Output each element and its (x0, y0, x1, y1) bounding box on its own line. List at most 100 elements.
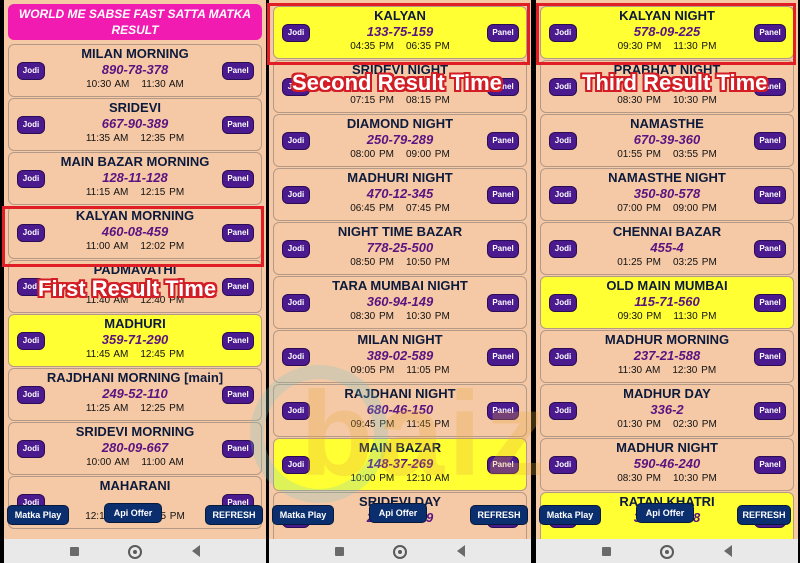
panel-button[interactable]: Panel (488, 187, 518, 203)
panel-button[interactable]: Panel (488, 133, 518, 149)
close-time: 11:05 PM (406, 365, 450, 376)
market-times: 07:00 PM 09:00 PM (541, 203, 793, 214)
market-name: MAIN BAZAR MORNING (60, 154, 210, 169)
panel-button[interactable]: Panel (223, 63, 253, 79)
jodi-button[interactable]: Jodi (283, 241, 309, 257)
open-time: 09:45 PM (350, 419, 395, 430)
highlight-box-first (2, 206, 264, 267)
panel-button[interactable]: Panel (223, 279, 253, 295)
panel-button[interactable]: Panel (223, 387, 253, 403)
panel-button[interactable]: Panel (755, 457, 785, 473)
market-card: NIGHT TIME BAZAR 778-25-500 08:50 PM 10:50 … (273, 222, 527, 275)
refresh-button[interactable]: REFRESH (471, 506, 527, 524)
matka-play-button[interactable]: Matka Play (8, 506, 68, 524)
market-times: 08:00 PM 09:00 PM (274, 149, 526, 160)
panel-button[interactable]: Panel (223, 117, 253, 133)
jodi-button[interactable]: Jodi (18, 171, 44, 187)
jodi-button[interactable]: Jodi (283, 187, 309, 203)
jodi-button[interactable]: Jodi (550, 457, 576, 473)
second-result-time-label: Second Result Time (292, 70, 502, 95)
back-icon[interactable] (724, 545, 732, 557)
back-icon[interactable] (192, 545, 200, 557)
market-times: 11:15 AM 12:15 PM (9, 187, 261, 198)
market-card: NAMASTHE NIGHT 350-80-578 07:00 PM 09:00 PM… (540, 168, 794, 221)
jodi-button[interactable]: Jodi (550, 79, 576, 95)
api-offer-button[interactable]: Api Offer (637, 504, 693, 522)
recent-apps-icon[interactable] (335, 547, 344, 556)
close-time: 12:45 PM (140, 349, 185, 360)
market-card: MADHURI 359-71-290 11:45 AM 12:45 PM Jodi Pan… (8, 314, 262, 367)
matka-play-button[interactable]: Matka Play (540, 506, 600, 524)
jodi-button[interactable]: Jodi (550, 349, 576, 365)
api-offer-button[interactable]: Api Offer (105, 504, 161, 522)
market-name: NAMASTHE NIGHT (608, 170, 726, 185)
back-icon[interactable] (457, 545, 465, 557)
open-time: 10:00 AM (86, 457, 130, 468)
refresh-button[interactable]: REFRESH (738, 506, 790, 524)
market-name: SRIDEVI MORNING (75, 424, 195, 439)
panel-button[interactable]: Panel (488, 295, 518, 311)
panel-button[interactable]: Panel (223, 441, 253, 457)
panel-button[interactable]: Panel (755, 295, 785, 311)
close-time: 10:30 PM (673, 473, 717, 484)
api-offer-button[interactable]: Api Offer (370, 504, 426, 522)
market-card: NAMASTHE 670-39-360 01:55 PM 03:55 PM Jodi Pa… (540, 114, 794, 167)
market-times: 09:30 PM 11:30 PM (541, 311, 793, 322)
panel-button[interactable]: Panel (223, 171, 253, 187)
panel-button[interactable]: Panel (755, 241, 785, 257)
home-icon[interactable] (393, 545, 407, 559)
jodi-button[interactable]: Jodi (283, 295, 309, 311)
third-result-time-label: Third Result Time (582, 70, 768, 95)
panel-button[interactable]: Panel (488, 457, 518, 473)
market-card: MAIN BAZAR MORNING 128-11-128 11:15 AM 12:1… (8, 152, 262, 205)
open-time: 11:45 AM (85, 349, 129, 360)
jodi-button[interactable]: Jodi (18, 117, 44, 133)
jodi-button[interactable]: Jodi (18, 441, 44, 457)
market-name: CHENNAI BAZAR (612, 224, 722, 239)
jodi-button[interactable]: Jodi (283, 349, 309, 365)
close-time: 03:25 PM (673, 257, 717, 268)
recent-apps-icon[interactable] (70, 547, 79, 556)
panel-button[interactable]: Panel (223, 333, 253, 349)
market-times: 11:45 AM 12:45 PM (9, 349, 261, 360)
market-name: RAJDHANI NIGHT (344, 386, 456, 401)
home-icon[interactable] (128, 545, 142, 559)
jodi-button[interactable]: Jodi (283, 403, 309, 419)
panel-button[interactable]: Panel (755, 187, 785, 203)
refresh-button[interactable]: REFRESH (206, 506, 262, 524)
panel-button[interactable]: Panel (488, 349, 518, 365)
market-name: SRIDEVI (108, 100, 161, 115)
jodi-button[interactable]: Jodi (550, 187, 576, 203)
home-icon[interactable] (660, 545, 674, 559)
open-time: 08:30 PM (350, 311, 394, 322)
close-time: 12:35 PM (140, 133, 185, 144)
market-times: 10:30 AM 11:30 AM (9, 79, 261, 90)
market-card: MILAN NIGHT 389-02-589 09:05 PM 11:05 PM Jod… (273, 330, 527, 383)
open-time: 10:30 AM (86, 79, 130, 90)
close-time: 12:30 PM (672, 365, 717, 376)
jodi-button[interactable]: Jodi (550, 133, 576, 149)
open-time: 09:30 PM (617, 311, 662, 322)
jodi-button[interactable]: Jodi (18, 63, 44, 79)
jodi-button[interactable]: Jodi (550, 295, 576, 311)
market-name: MADHURI NIGHT (347, 170, 453, 185)
market-times: 07:15 PM 08:15 PM (274, 95, 526, 106)
market-card: MADHURI NIGHT 470-12-345 06:45 PM 07:45 PM J… (273, 168, 527, 221)
panel-button[interactable]: Panel (488, 403, 518, 419)
jodi-button[interactable]: Jodi (550, 403, 576, 419)
jodi-button[interactable]: Jodi (550, 241, 576, 257)
jodi-button[interactable]: Jodi (283, 457, 309, 473)
panel-button[interactable]: Panel (488, 241, 518, 257)
matka-play-button[interactable]: Matka Play (273, 506, 333, 524)
jodi-button[interactable]: Jodi (283, 133, 309, 149)
panel-button[interactable]: Panel (755, 403, 785, 419)
open-time: 11:30 AM (617, 365, 661, 376)
panel-button[interactable]: Panel (755, 133, 785, 149)
recent-apps-icon[interactable] (602, 547, 611, 556)
market-name: MILAN NIGHT (357, 332, 443, 347)
jodi-button[interactable]: Jodi (18, 387, 44, 403)
open-time: 08:00 PM (350, 149, 394, 160)
jodi-button[interactable]: Jodi (18, 333, 44, 349)
panel-button[interactable]: Panel (755, 349, 785, 365)
open-time: 07:00 PM (617, 203, 661, 214)
